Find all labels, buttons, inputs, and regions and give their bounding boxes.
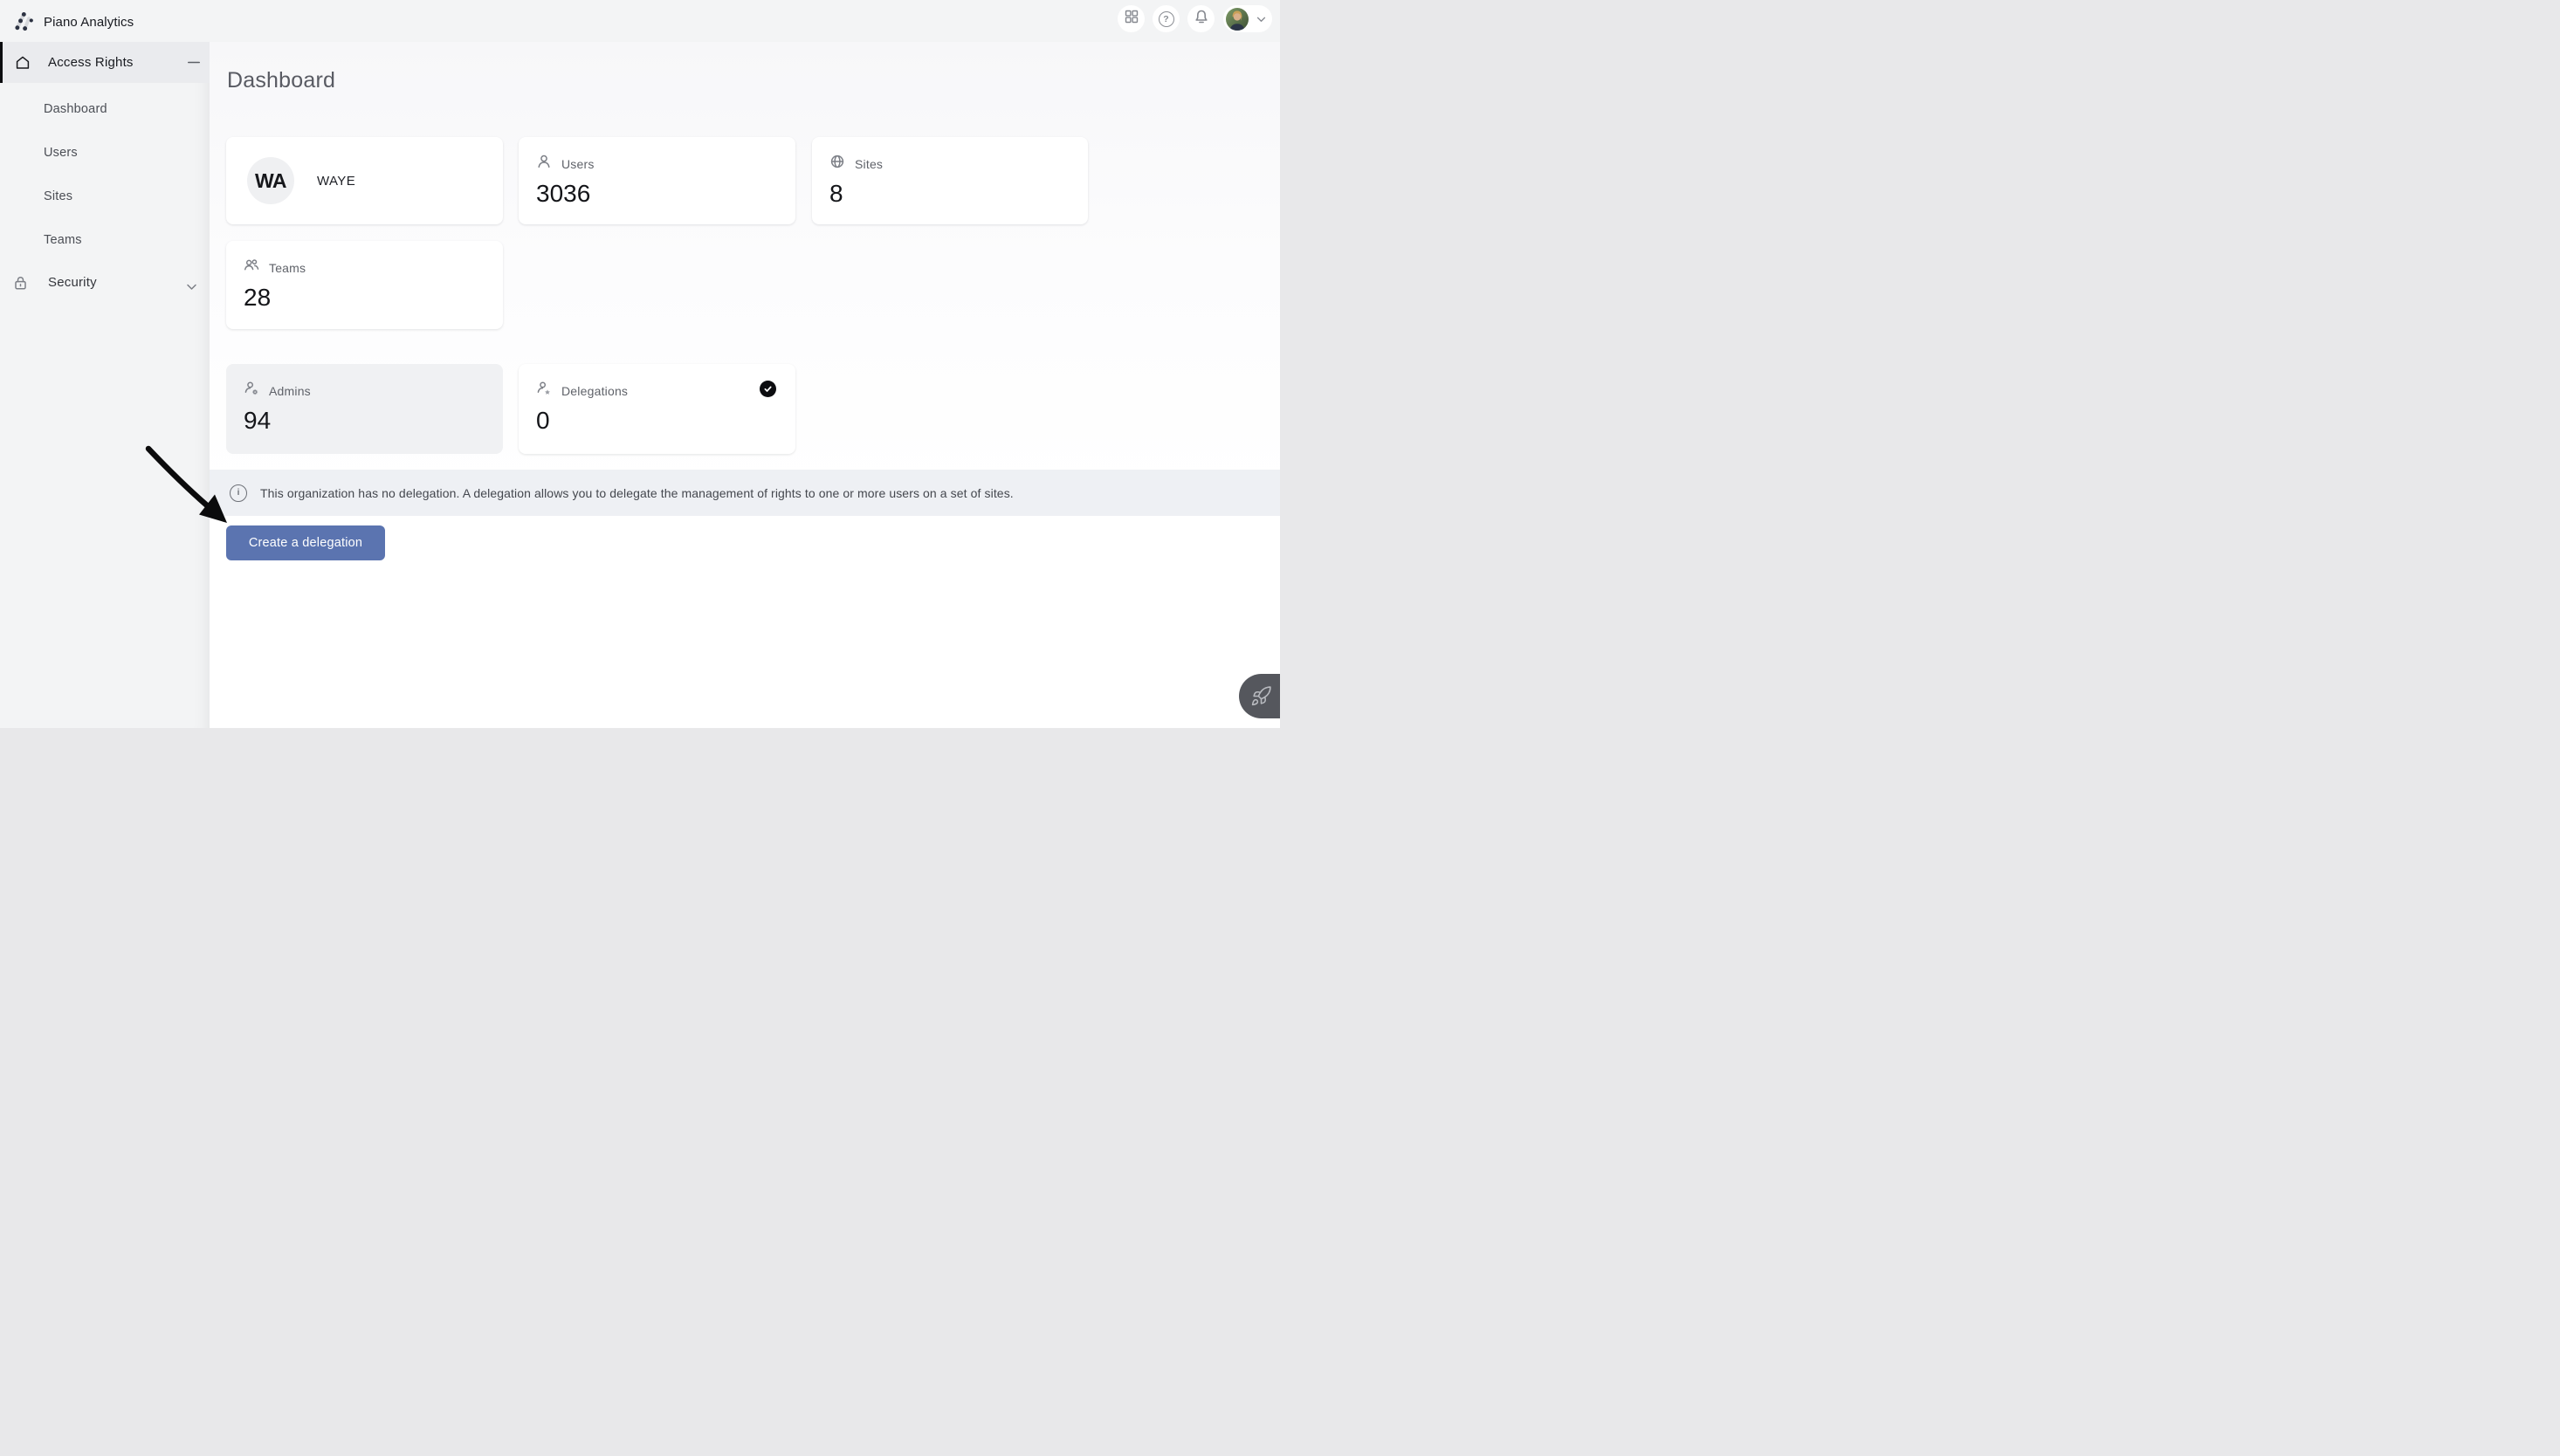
page-title: Dashboard bbox=[227, 68, 335, 93]
lock-icon bbox=[13, 275, 28, 295]
feedback-launcher[interactable] bbox=[1239, 674, 1280, 718]
banner-text: This organization has no delegation. A d… bbox=[260, 486, 1014, 500]
organization-card[interactable]: WA WAYE bbox=[226, 137, 503, 224]
sidebar-item-label: Sites bbox=[44, 189, 72, 203]
sidebar: Access Rights Dashboard Users Sites Team… bbox=[0, 42, 210, 728]
home-icon bbox=[15, 55, 31, 74]
sidebar-item-teams[interactable]: Teams bbox=[0, 218, 210, 262]
users-stat-card[interactable]: Users 3036 bbox=[519, 137, 795, 224]
help-icon: ? bbox=[1159, 11, 1174, 27]
bell-icon bbox=[1194, 9, 1209, 29]
help-button[interactable]: ? bbox=[1153, 5, 1180, 32]
stat-value: 8 bbox=[829, 180, 843, 208]
teams-stat-card[interactable]: Teams 28 bbox=[226, 241, 503, 329]
admin-user-gear-icon bbox=[244, 381, 259, 401]
brand-logo: Piano Analytics bbox=[10, 8, 134, 37]
sidebar-section-access-rights[interactable]: Access Rights bbox=[0, 42, 210, 83]
user-icon bbox=[536, 154, 552, 174]
app-window: Piano Analytics ? bbox=[0, 0, 1280, 728]
admins-stat-card[interactable]: Admins 94 bbox=[226, 364, 503, 454]
sidebar-section-label: Access Rights bbox=[48, 55, 134, 70]
stat-value: 94 bbox=[244, 407, 271, 435]
stat-label: Users bbox=[561, 157, 595, 171]
piano-analytics-logo-icon bbox=[10, 8, 35, 37]
stat-label: Sites bbox=[855, 157, 883, 171]
stat-value: 0 bbox=[536, 407, 550, 435]
globe-icon bbox=[829, 154, 845, 174]
app-title: Piano Analytics bbox=[44, 15, 134, 30]
stat-value: 3036 bbox=[536, 180, 590, 208]
stat-label: Admins bbox=[269, 384, 311, 398]
apps-grid-button[interactable] bbox=[1118, 5, 1145, 32]
stat-label: Delegations bbox=[561, 384, 628, 398]
organization-name: WAYE bbox=[317, 174, 355, 189]
delegation-user-star-icon bbox=[536, 381, 552, 401]
apps-grid-icon bbox=[1124, 9, 1139, 29]
sidebar-section-security[interactable]: Security bbox=[0, 261, 210, 305]
chevron-down-icon bbox=[186, 279, 197, 295]
sidebar-item-sites[interactable]: Sites bbox=[0, 175, 210, 218]
stat-label: Teams bbox=[269, 261, 306, 275]
rocket-icon bbox=[1250, 685, 1272, 707]
top-bar: Piano Analytics ? bbox=[0, 0, 1280, 42]
team-icon bbox=[244, 258, 259, 278]
no-delegation-banner: i This organization has no delegation. A… bbox=[210, 470, 1280, 516]
sidebar-item-label: Teams bbox=[44, 233, 82, 247]
user-avatar bbox=[1226, 8, 1249, 31]
sites-stat-card[interactable]: Sites 8 bbox=[812, 137, 1088, 224]
sidebar-item-users[interactable]: Users bbox=[0, 131, 210, 175]
collapse-section-icon[interactable] bbox=[188, 56, 202, 68]
sidebar-item-label: Users bbox=[44, 146, 78, 160]
info-icon: i bbox=[230, 484, 247, 502]
sidebar-section-label: Security bbox=[48, 275, 97, 290]
stat-value: 28 bbox=[244, 284, 271, 312]
sidebar-item-label: Dashboard bbox=[44, 102, 107, 116]
account-chevron-down-icon bbox=[1256, 11, 1266, 27]
organization-avatar: WA bbox=[247, 157, 294, 204]
notifications-button[interactable] bbox=[1187, 5, 1215, 32]
create-delegation-button[interactable]: Create a delegation bbox=[226, 525, 385, 560]
delegations-stat-card[interactable]: Delegations 0 bbox=[519, 364, 795, 454]
checked-status-badge bbox=[760, 381, 776, 397]
account-menu[interactable] bbox=[1223, 5, 1272, 32]
sidebar-item-dashboard[interactable]: Dashboard bbox=[0, 87, 210, 131]
